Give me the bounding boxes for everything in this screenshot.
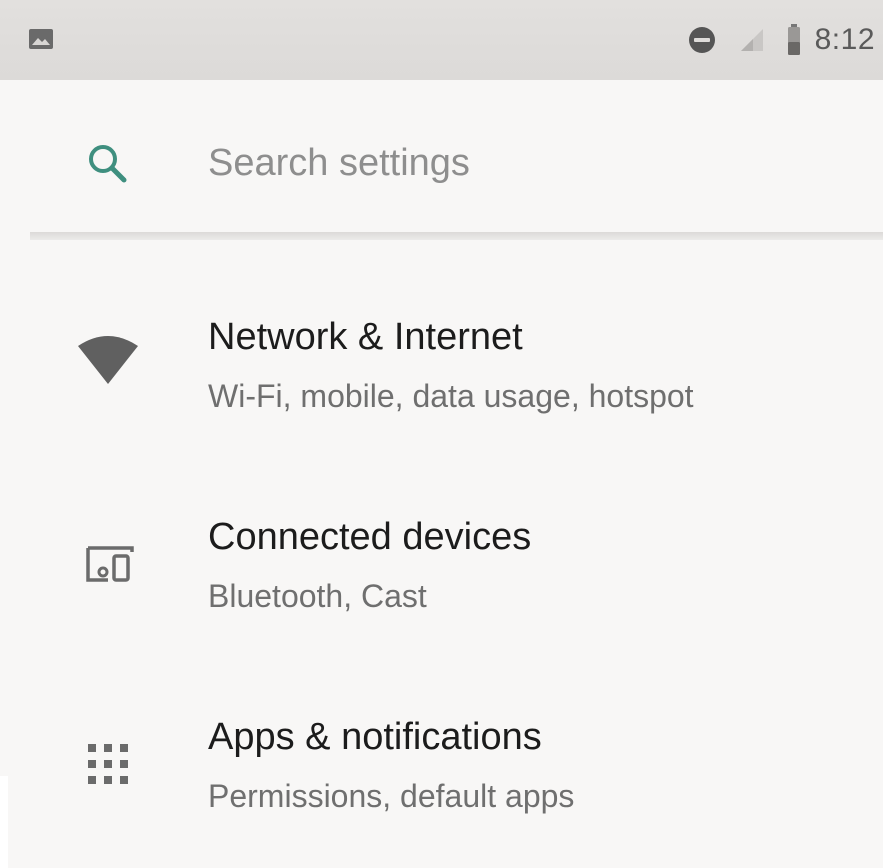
image-notification-icon	[29, 29, 53, 49]
status-time: 8:12	[814, 23, 875, 56]
settings-item-title: Network & Internet	[208, 316, 523, 358]
search-bar[interactable]	[0, 80, 883, 240]
signal-icon	[740, 29, 763, 51]
settings-item-apps-notifications[interactable]: Apps & notifications Permissions, defaul…	[0, 680, 883, 868]
search-icon[interactable]	[84, 140, 130, 186]
search-input[interactable]	[208, 140, 808, 186]
battery-icon	[787, 24, 800, 55]
screen-edge	[0, 776, 8, 868]
do-not-disturb-icon	[688, 27, 715, 53]
settings-item-subtitle: Bluetooth, Cast	[208, 578, 427, 614]
settings-item-subtitle: Wi-Fi, mobile, data usage, hotspot	[208, 378, 694, 414]
connected-devices-icon	[72, 528, 144, 600]
settings-screen: 8:12 Network & Internet Wi-Fi, mobile, d…	[0, 0, 883, 868]
apps-grid-icon	[72, 728, 144, 800]
wifi-icon	[72, 324, 144, 396]
settings-item-title: Apps & notifications	[208, 716, 542, 758]
search-divider	[30, 232, 883, 240]
settings-item-connected-devices[interactable]: Connected devices Bluetooth, Cast	[0, 480, 883, 680]
status-icons: 8:12	[687, 20, 875, 60]
status-bar: 8:12	[0, 0, 883, 80]
settings-item-network[interactable]: Network & Internet Wi-Fi, mobile, data u…	[0, 280, 883, 480]
settings-item-title: Connected devices	[208, 516, 532, 558]
settings-item-subtitle: Permissions, default apps	[208, 778, 575, 814]
